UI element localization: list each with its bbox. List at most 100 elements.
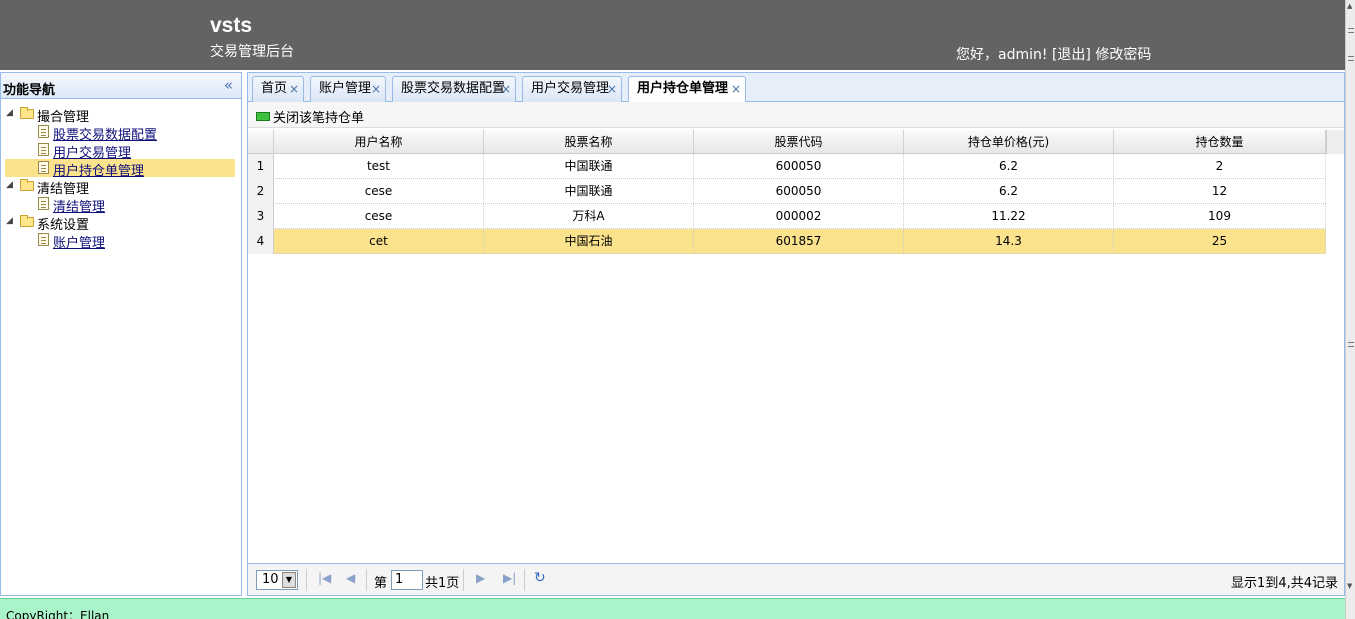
scroll-grip-icon	[1348, 28, 1354, 33]
expand-triangle-icon[interactable]: ◢	[6, 180, 13, 190]
cell-price: 6.2	[904, 179, 1114, 204]
expand-triangle-icon[interactable]: ◢	[6, 216, 13, 226]
header-stock[interactable]: 股票名称	[484, 130, 694, 154]
cell-qty: 25	[1114, 229, 1326, 254]
header-rownum	[248, 130, 274, 154]
cell-code: 600050	[694, 154, 904, 179]
tab-label: 股票交易数据配置	[401, 81, 506, 96]
table-row[interactable]: 3 cese 万科A 000002 11.22 109	[248, 204, 1326, 229]
tree-group-matching[interactable]: ◢ 撮合管理	[1, 105, 241, 125]
page-size-value: 10	[262, 572, 279, 587]
brand-title: vsts	[210, 14, 253, 37]
tree-item-user-position[interactable]: 用户持仓单管理	[5, 159, 235, 179]
file-icon	[38, 143, 49, 156]
cell-stock: 万科A	[484, 204, 694, 229]
table-row[interactable]: 1 test 中国联通 600050 6.2 2	[248, 154, 1326, 179]
user-area: 您好，admin! [退出] 修改密码	[956, 44, 1151, 64]
grid-header: 用户名称 股票名称 股票代码 持仓单价格(元) 持仓数量	[248, 130, 1344, 154]
prev-page-icon[interactable]: ◀	[346, 571, 355, 585]
cell-stock: 中国联通	[484, 179, 694, 204]
close-icon[interactable]: ×	[731, 77, 741, 101]
page-number-input[interactable]: 1	[391, 570, 423, 590]
tree-group-system[interactable]: ◢ 系统设置	[1, 213, 241, 233]
cell-user: cese	[274, 204, 484, 229]
cell-user: cese	[274, 179, 484, 204]
page-size-select[interactable]: 10 ▼	[256, 570, 298, 590]
footer: CopyRight：Ellan	[0, 598, 1345, 619]
tab-home[interactable]: 首页 ×	[252, 76, 304, 102]
cell-stock: 中国石油	[484, 229, 694, 254]
table-row[interactable]: 2 cese 中国联通 600050 6.2 12	[248, 179, 1326, 204]
cell-user: cet	[274, 229, 484, 254]
header-code[interactable]: 股票代码	[694, 130, 904, 154]
tree-item-clearing[interactable]: 清结管理	[1, 195, 241, 215]
nav-header: 功能导航 «	[1, 73, 241, 99]
header-user[interactable]: 用户名称	[274, 130, 484, 154]
first-page-icon[interactable]: |◀	[318, 571, 331, 585]
app-subtitle: 交易管理后台	[210, 44, 294, 60]
window-scrollbar[interactable]: ▲ ▼	[1345, 0, 1355, 619]
cell-qty: 2	[1114, 154, 1326, 179]
row-number: 4	[248, 229, 274, 254]
file-icon	[38, 161, 49, 174]
folder-icon	[20, 179, 34, 191]
tab-stock-config[interactable]: 股票交易数据配置 ×	[392, 76, 516, 102]
header-price[interactable]: 持仓单价格(元)	[904, 130, 1114, 154]
close-icon[interactable]: ×	[501, 77, 511, 101]
change-password-link[interactable]: 修改密码	[1095, 47, 1151, 63]
scroll-up-icon[interactable]: ▲	[1347, 2, 1352, 10]
next-page-icon[interactable]: ▶	[476, 571, 485, 585]
grid-toolbar: 关闭该笔持仓单	[248, 102, 1344, 128]
cell-code: 600050	[694, 179, 904, 204]
cell-price: 11.22	[904, 204, 1114, 229]
collapse-left-icon[interactable]: «	[224, 76, 233, 94]
tab-label: 用户持仓单管理	[637, 81, 729, 96]
close-icon[interactable]: ×	[289, 77, 299, 101]
file-icon	[38, 233, 49, 246]
folder-icon	[20, 107, 34, 119]
tree-item-account[interactable]: 账户管理	[1, 231, 241, 251]
header-qty[interactable]: 持仓数量	[1114, 130, 1326, 154]
row-number: 3	[248, 204, 274, 229]
cell-code: 000002	[694, 204, 904, 229]
chevron-down-icon[interactable]: ▼	[282, 572, 296, 588]
close-icon[interactable]: ×	[371, 77, 381, 101]
logout-link[interactable]: [退出]	[1052, 47, 1091, 63]
tab-label: 用户交易管理	[531, 81, 610, 96]
pagination-summary: 显示1到4,共4记录	[1231, 576, 1338, 591]
close-position-button[interactable]: 关闭该笔持仓单	[256, 107, 364, 126]
scroll-down-icon[interactable]: ▼	[1347, 582, 1352, 590]
scroll-grip-icon	[1348, 342, 1354, 347]
close-position-label: 关闭该笔持仓单	[273, 111, 365, 126]
divider	[463, 569, 464, 591]
cell-price: 14.3	[904, 229, 1114, 254]
tab-label: 账户管理	[319, 81, 372, 96]
pagination-bar: 10 ▼ |◀ ◀ 第 1 共1页 ▶ ▶| ↻ 显示1到4,共4记录	[248, 563, 1344, 595]
tab-user-position[interactable]: 用户持仓单管理 ×	[628, 76, 746, 103]
expand-triangle-icon[interactable]: ◢	[6, 108, 13, 118]
refresh-icon[interactable]: ↻	[534, 570, 546, 586]
tree-item-label[interactable]: 账户管理	[53, 232, 105, 251]
last-page-icon[interactable]: ▶|	[503, 571, 516, 585]
cell-qty: 12	[1114, 179, 1326, 204]
tree-group-clearing[interactable]: ◢ 清结管理	[1, 177, 241, 197]
minus-icon	[256, 112, 270, 121]
tab-account[interactable]: 账户管理 ×	[310, 76, 386, 102]
file-icon	[38, 197, 49, 210]
table-row-selected[interactable]: 4 cet 中国石油 601857 14.3 25	[248, 229, 1326, 254]
tree-item-stock-config[interactable]: 股票交易数据配置	[1, 123, 241, 143]
cell-stock: 中国联通	[484, 154, 694, 179]
tab-label: 首页	[261, 81, 288, 96]
divider	[524, 569, 525, 591]
cell-qty: 109	[1114, 204, 1326, 229]
divider	[306, 569, 307, 591]
nav-title: 功能导航	[3, 83, 56, 98]
main-panel: 首页 × 账户管理 × 股票交易数据配置 × 用户交易管理 × 用户持仓单管理 × 关闭该…	[247, 72, 1345, 596]
close-icon[interactable]: ×	[607, 77, 617, 101]
page-prefix: 第	[374, 576, 388, 591]
tree-item-user-trade[interactable]: 用户交易管理	[1, 141, 241, 161]
tab-user-trade[interactable]: 用户交易管理 ×	[522, 76, 622, 102]
nav-tree: ◢ 撮合管理 股票交易数据配置 用户交易管理 用户持仓单管理 ◢ 清结管理 清结…	[1, 99, 241, 251]
grid-scroll-header	[1326, 130, 1344, 154]
cell-code: 601857	[694, 229, 904, 254]
